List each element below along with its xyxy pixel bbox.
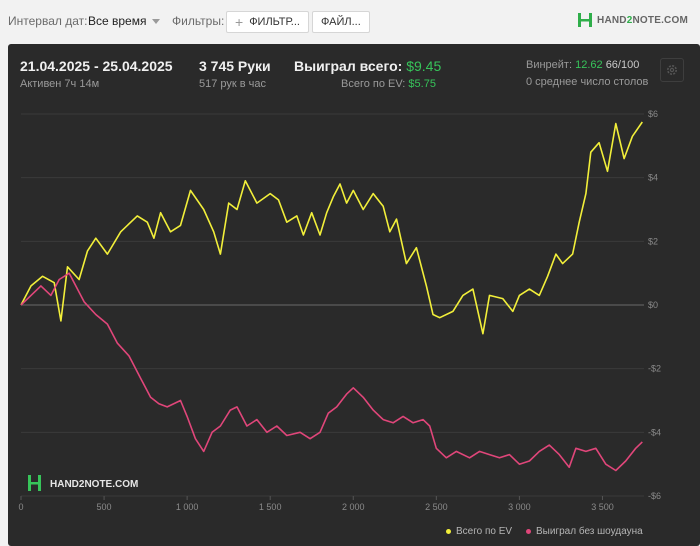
x-tick-label: 3 000 bbox=[508, 502, 531, 512]
winrate-value: 12.62 bbox=[575, 59, 603, 71]
watermark-logo-bar bbox=[28, 475, 31, 491]
watermark-text: HAND2NOTE.COM bbox=[50, 479, 138, 490]
y-axis-ticks: $6 $4 $2 $0 -$2 -$4 -$6 bbox=[648, 109, 661, 501]
x-tick-label: 500 bbox=[97, 502, 112, 512]
x-axis-ticks: 0 500 1 000 1 500 2 000 2 500 3 000 3 500 bbox=[18, 496, 614, 512]
brand-logo-text: HAND2NOTE.COM bbox=[597, 14, 688, 26]
ev-total-value: $5.75 bbox=[408, 78, 436, 90]
interval-label: Интервал дат: bbox=[8, 14, 88, 28]
ev-total-label: Всего по EV: bbox=[341, 78, 406, 90]
interval-select[interactable]: Все время bbox=[88, 14, 161, 28]
top-toolbar: Интервал дат: Все время Фильтры: + ФИЛЬТ… bbox=[0, 0, 700, 44]
series-line-no-showdown bbox=[20, 272, 643, 472]
y-tick-label: -$6 bbox=[648, 491, 661, 501]
winrate: Винрейт: 12.62 66/100 bbox=[526, 59, 639, 71]
legend-label-ev: Всего по EV bbox=[456, 526, 513, 537]
x-tick-label: 1 000 bbox=[176, 502, 199, 512]
hands-count: 3 745 Руки bbox=[199, 58, 271, 74]
y-tick-label: $4 bbox=[648, 173, 658, 183]
avg-tables: 0 среднее число столов bbox=[526, 76, 649, 88]
filter-button[interactable]: + ФИЛЬТР... bbox=[226, 11, 309, 33]
y-tick-label: $6 bbox=[648, 109, 658, 119]
active-time: Активен 7ч 14м bbox=[20, 78, 100, 90]
interval-value: Все время bbox=[88, 14, 147, 28]
filter-button-label: ФИЛЬТР... bbox=[249, 16, 300, 28]
legend-dot-ev bbox=[446, 529, 451, 534]
plus-icon: + bbox=[235, 14, 244, 30]
series-line-ev bbox=[20, 121, 643, 335]
legend-item-ev[interactable]: Всего по EV bbox=[446, 526, 512, 537]
won-total: Выиграл всего: $9.45 bbox=[294, 58, 441, 74]
y-tick-label: $2 bbox=[648, 236, 658, 246]
files-button[interactable]: ФАЙЛ... bbox=[312, 11, 370, 33]
chevron-down-icon bbox=[152, 18, 161, 24]
gear-icon bbox=[667, 65, 677, 75]
hands-per-hour: 517 рук в час bbox=[199, 78, 267, 90]
y-tick-label: $0 bbox=[648, 300, 658, 310]
won-total-value: $9.45 bbox=[406, 58, 442, 74]
x-tick-label: 2 500 bbox=[425, 502, 448, 512]
stats-panel: 21.04.2025 - 25.04.2025 Активен 7ч 14м 3… bbox=[8, 44, 700, 546]
legend-item-no-showdown[interactable]: Выиграл без шоудауна bbox=[526, 526, 643, 537]
filters-label: Фильтры: bbox=[172, 14, 225, 28]
date-range: 21.04.2025 - 25.04.2025 bbox=[20, 58, 173, 74]
x-tick-label: 0 bbox=[18, 502, 23, 512]
h2n-logo-icon bbox=[578, 13, 593, 27]
chart-watermark: HAND2NOTE.COM bbox=[28, 475, 138, 491]
ev-total: Всего по EV: $5.75 bbox=[341, 78, 436, 90]
balance-chart: 0 500 1 000 1 500 2 000 2 500 3 000 3 500 $6$4$… bbox=[18, 109, 661, 512]
chart-grid bbox=[21, 113, 644, 497]
x-tick-label: 2 000 bbox=[342, 502, 365, 512]
won-total-label: Выиграл всего: bbox=[294, 58, 403, 74]
chart-series bbox=[20, 121, 643, 472]
x-tick-label: 3 500 bbox=[591, 502, 614, 512]
y-tick-label: -$2 bbox=[648, 364, 661, 374]
x-tick-label: 1 500 bbox=[259, 502, 282, 512]
y-tick-label: -$4 bbox=[648, 427, 661, 437]
watermark-logo-bar bbox=[38, 475, 41, 491]
brand-logo: HAND2NOTE.COM bbox=[577, 12, 688, 28]
watermark-logo-bar bbox=[31, 482, 38, 485]
files-button-label: ФАЙЛ... bbox=[321, 16, 361, 28]
legend-label-no-showdown: Выиграл без шоудауна bbox=[536, 526, 643, 537]
winrate-unit: 66/100 bbox=[605, 59, 640, 71]
winrate-label: Винрейт: bbox=[526, 59, 573, 71]
legend-dot-no-showdown bbox=[526, 529, 531, 534]
settings-button[interactable] bbox=[660, 58, 684, 82]
